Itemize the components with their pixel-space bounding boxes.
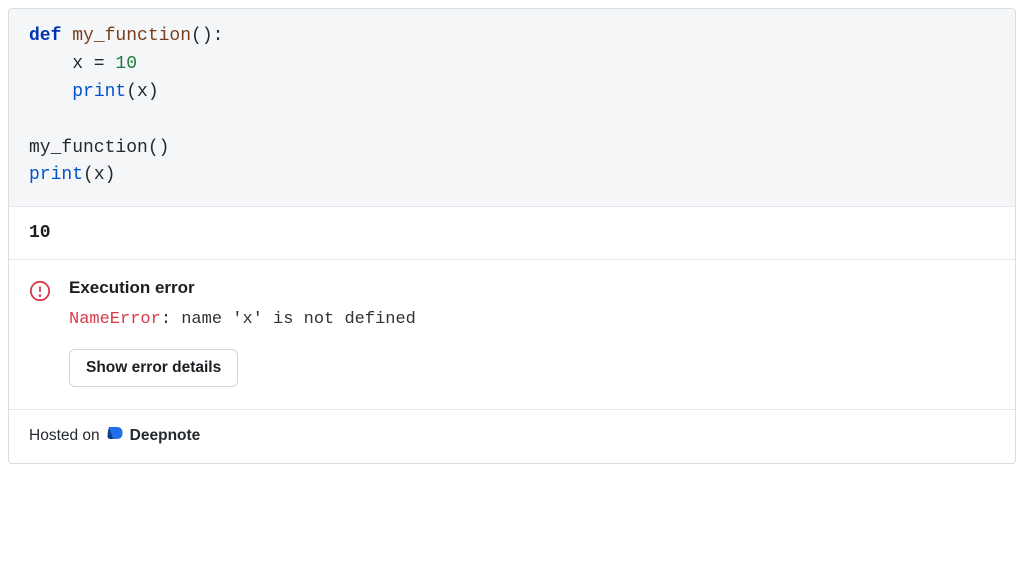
error-type: NameError — [69, 310, 161, 329]
code-token: print — [29, 165, 83, 185]
hosted-on-footer[interactable]: Hosted on Deepnote — [9, 410, 1015, 463]
error-icon — [29, 278, 51, 307]
error-panel: Execution error NameError: name 'x' is n… — [9, 260, 1015, 410]
code-token: print — [72, 82, 126, 102]
code-token — [61, 26, 72, 46]
footer-brand: Deepnote — [130, 427, 201, 445]
code-input[interactable]: def my_function(): x = 10 print(x) my_fu… — [9, 9, 1015, 207]
code-token: (x) — [83, 165, 115, 185]
stdout-output: 10 — [9, 207, 1015, 260]
error-sep: : — [161, 310, 181, 329]
error-title: Execution error — [69, 278, 995, 298]
error-message: NameError: name 'x' is not defined — [69, 310, 995, 329]
code-token: my_function() — [29, 138, 169, 158]
error-content: Execution error NameError: name 'x' is n… — [69, 278, 995, 387]
footer-prefix: Hosted on — [29, 427, 100, 445]
code-token: (): — [191, 26, 223, 46]
code-token — [29, 82, 72, 102]
notebook-cell: def my_function(): x = 10 print(x) my_fu… — [8, 8, 1016, 464]
error-text: name 'x' is not defined — [181, 310, 416, 329]
code-token: def — [29, 26, 61, 46]
deepnote-logo-icon — [106, 424, 124, 447]
code-token: my_function — [72, 26, 191, 46]
code-token: (x) — [126, 82, 158, 102]
code-token: x = — [29, 54, 115, 74]
show-error-details-button[interactable]: Show error details — [69, 349, 238, 387]
code-token: 10 — [115, 54, 137, 74]
